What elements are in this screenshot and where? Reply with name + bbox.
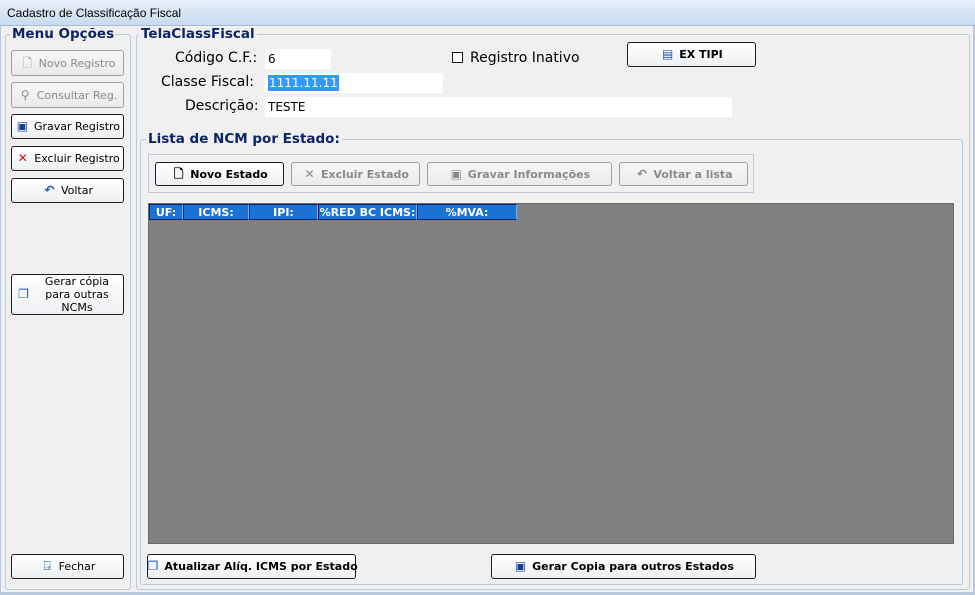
fechar-button[interactable]: ⍈ Fechar [11, 554, 124, 579]
column-header-mva[interactable]: %MVA: [417, 204, 517, 220]
voltar-button[interactable]: ↶ Voltar [11, 178, 124, 203]
descricao-label: Descrição: [185, 98, 259, 114]
new-document-icon: 🗋 [173, 166, 184, 181]
ncm-group-title: Lista de NCM por Estado: [146, 131, 342, 147]
excluir-registro-button[interactable]: ✕ Excluir Registro [11, 146, 124, 171]
column-header-ipi[interactable]: IPI: [249, 204, 318, 220]
column-header-uf[interactable]: UF: [149, 204, 183, 220]
registro-inativo-label: Registro Inativo [470, 50, 580, 66]
gravar-informacoes-button[interactable]: ▣ Gravar Informações [427, 162, 612, 186]
excluir-estado-button[interactable]: ✕ Excluir Estado [291, 162, 420, 186]
undo-icon: ↶ [44, 183, 55, 197]
document-list-icon: ▤ [662, 47, 674, 61]
novo-estado-button[interactable]: 🗋 Novo Estado [155, 162, 284, 186]
gravar-registro-button[interactable]: ▣ Gravar Registro [11, 114, 124, 139]
registro-inativo-checkbox[interactable] [452, 52, 463, 63]
new-document-icon: 🗋 [22, 55, 32, 70]
ex-tipi-button[interactable]: ▤ EX TIPI [627, 42, 756, 67]
consultar-button[interactable]: ⚲ Consultar Reg. [11, 82, 124, 108]
delete-icon: ✕ [304, 166, 315, 181]
classe-fiscal-value: 1111.11.11 [268, 75, 339, 91]
gravar-registro-label: Gravar Registro [33, 120, 121, 133]
undo-icon: ↶ [636, 166, 647, 181]
classe-fiscal-label: Classe Fiscal: [161, 74, 254, 90]
exit-door-icon: ⍈ [43, 559, 51, 573]
voltar-lista-button[interactable]: ↶ Voltar a lista [619, 162, 748, 186]
excluir-registro-label: Excluir Registro [34, 152, 120, 165]
save-icon: ▣ [514, 559, 527, 573]
ex-tipi-label: EX TIPI [679, 48, 723, 61]
binoculars-icon: ⚲ [20, 87, 30, 102]
save-icon: ▣ [16, 119, 29, 133]
copy-icon: ❐ [18, 287, 29, 301]
form-group-title: TelaClassFiscal [139, 26, 257, 42]
codigo-label: Código C.F.: [175, 50, 258, 66]
save-icon: ▣ [450, 166, 462, 181]
novo-registro-button[interactable]: 🗋 Novo Registro [11, 50, 124, 76]
gerar-copia-estados-label: Gerar Copia para outros Estados [532, 560, 734, 573]
novo-registro-label: Novo Registro [38, 56, 116, 70]
gravar-informacoes-label: Gravar Informações [467, 167, 591, 181]
ncm-grid[interactable]: UF: ICMS: IPI: %RED BC ICMS: %MVA: [148, 203, 954, 544]
column-header-red-bc-icms[interactable]: %RED BC ICMS: [318, 204, 417, 220]
excluir-estado-label: Excluir Estado [321, 167, 409, 181]
gerar-copia-ncm-label: Gerar cópia para outras NCMs [44, 275, 110, 314]
gerar-copia-estados-button[interactable]: ▣ Gerar Copia para outros Estados [491, 554, 756, 579]
ncm-grid-header: UF: ICMS: IPI: %RED BC ICMS: %MVA: [149, 204, 517, 220]
atualizar-aliq-label: Atualizar Alíq. ICMS por Estado [164, 560, 358, 573]
voltar-label: Voltar [60, 184, 94, 197]
main-frame: Menu Opções 🗋 Novo Registro ⚲ Consultar … [0, 26, 975, 595]
fechar-label: Fechar [58, 560, 96, 573]
voltar-lista-label: Voltar a lista [653, 167, 733, 181]
novo-estado-label: Novo Estado [190, 167, 268, 181]
copy-icon: ❐ [147, 559, 159, 573]
menu-group-title: Menu Opções [10, 26, 117, 42]
descricao-field[interactable]: TESTE [265, 97, 732, 117]
column-header-icms[interactable]: ICMS: [183, 204, 249, 220]
gerar-copia-ncm-button[interactable]: ❐ Gerar cópia para outras NCMs [11, 274, 124, 315]
atualizar-aliq-button[interactable]: ❐ Atualizar Alíq. ICMS por Estado [147, 554, 358, 579]
codigo-field[interactable]: 6 [265, 49, 331, 69]
window-title: Cadastro de Classificação Fiscal [0, 0, 975, 26]
consultar-label: Consultar Reg. [36, 88, 118, 102]
delete-icon: ✕ [17, 151, 28, 165]
classe-fiscal-field[interactable]: 1111.11.11 [265, 73, 443, 93]
